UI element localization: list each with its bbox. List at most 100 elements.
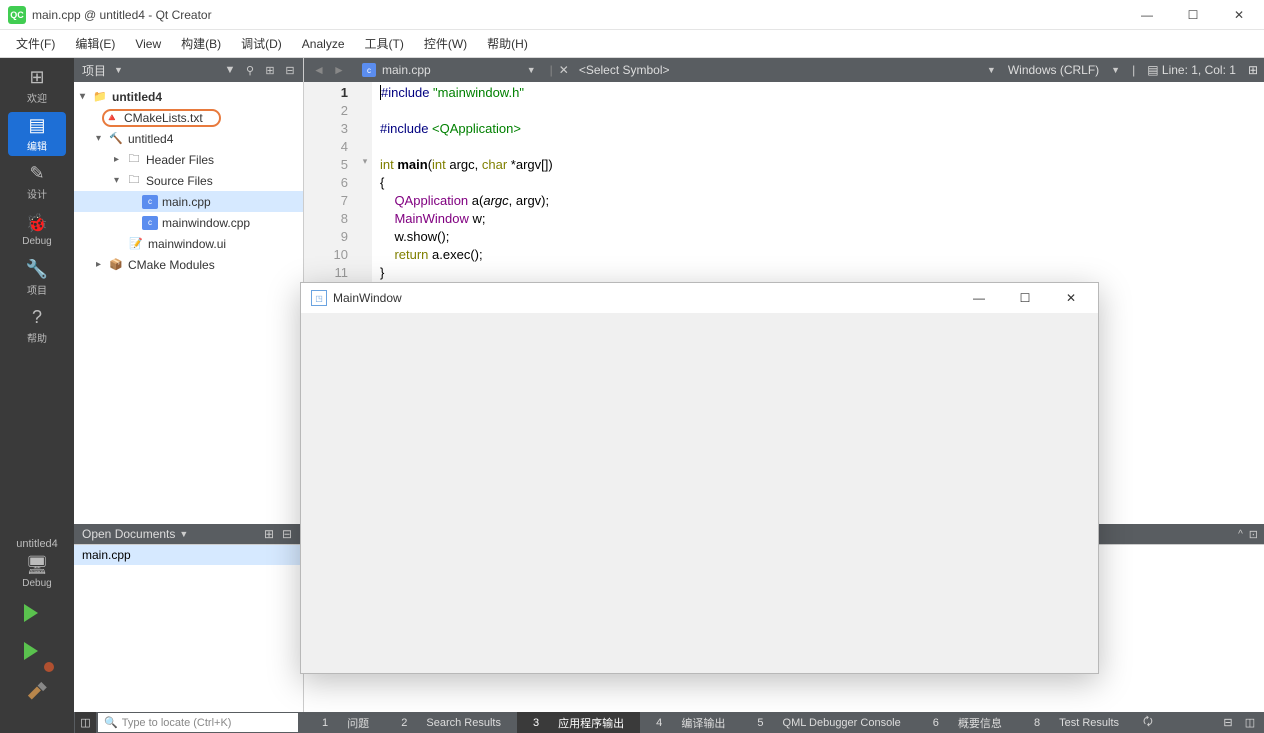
- close-button[interactable]: ✕: [1216, 0, 1262, 30]
- folder-icon: 🗀: [126, 174, 142, 188]
- toggle-sidebar-button[interactable]: ◫: [75, 712, 96, 733]
- menu-file[interactable]: 文件(F): [8, 31, 63, 56]
- toggle-right-sidebar-icon[interactable]: ⊟: [1218, 716, 1238, 729]
- run-debug-button[interactable]: [24, 642, 50, 668]
- mode-debugmode[interactable]: 🐞Debug: [8, 208, 66, 252]
- project-pane-title[interactable]: 项目: [74, 62, 114, 79]
- menu-widgets[interactable]: 控件(W): [416, 31, 475, 56]
- cmake-file-icon: 🔺: [104, 111, 120, 125]
- app-window-icon: ◳: [311, 290, 327, 306]
- menu-view[interactable]: View: [127, 33, 169, 55]
- tree-mainwindow-ui[interactable]: 📝mainwindow.ui: [74, 233, 303, 254]
- link-icon[interactable]: ⚲: [241, 61, 259, 79]
- symbol-selector[interactable]: <Select Symbol>: [569, 63, 680, 77]
- collapse-icon[interactable]: ^: [1238, 529, 1243, 540]
- tree-cmake-modules[interactable]: ▸📦CMake Modules: [74, 254, 303, 275]
- menu-debug[interactable]: 调试(D): [233, 31, 290, 56]
- menu-edit[interactable]: 编辑(E): [67, 31, 123, 56]
- close-editor-button[interactable]: ✕: [559, 63, 569, 77]
- mode-projects[interactable]: 🔧项目: [8, 256, 66, 300]
- mode-welcome[interactable]: ⊞欢迎: [8, 64, 66, 108]
- maximize-button[interactable]: ☐: [1170, 0, 1216, 30]
- output-tab-more[interactable]: 🗘: [1135, 712, 1161, 733]
- nav-fwd-button[interactable]: ►: [330, 61, 348, 79]
- nav-back-button[interactable]: ◄: [310, 61, 328, 79]
- open-documents-header: Open Documents ▼ ⊞⊟: [74, 524, 303, 544]
- question-icon: ?: [32, 307, 42, 328]
- expand-icon[interactable]: ⊡: [1249, 528, 1258, 541]
- output-tab-compile[interactable]: 4 编译输出: [640, 712, 741, 733]
- tree-target[interactable]: ▾🔨untitled4: [74, 128, 303, 149]
- kit-selector-target[interactable]: 🖥Debug: [8, 550, 66, 594]
- tree-cmakelists[interactable]: 🔺CMakeLists.txt: [74, 107, 303, 128]
- filter-icon[interactable]: ▼: [221, 61, 239, 79]
- popup-client-area[interactable]: [301, 313, 1098, 673]
- kit-selector-project[interactable]: untitled4: [0, 538, 74, 550]
- toggle-output-icon[interactable]: ◫: [1240, 716, 1260, 729]
- minimize-button[interactable]: —: [1124, 0, 1170, 30]
- window-title: main.cpp @ untitled4 - Qt Creator: [32, 8, 212, 22]
- output-tab-qml[interactable]: 5 QML Debugger Console: [741, 712, 916, 733]
- popup-title: MainWindow: [333, 291, 402, 305]
- open-documents-title[interactable]: Open Documents: [82, 527, 175, 541]
- tree-main-cpp[interactable]: cmain.cpp: [74, 191, 303, 212]
- tree-headers[interactable]: ▸🗀Header Files: [74, 149, 303, 170]
- add-split-icon[interactable]: ⊞: [261, 61, 279, 79]
- output-tab-issues[interactable]: 1 问题: [306, 712, 385, 733]
- app-logo-icon: QC: [8, 6, 26, 24]
- menu-tools[interactable]: 工具(T): [357, 31, 412, 56]
- output-tab-general[interactable]: 6 概要信息: [917, 712, 1018, 733]
- statusbar: ◫ 🔍Type to locate (Ctrl+K) 1 问题 2 Search…: [0, 712, 1264, 733]
- menu-help[interactable]: 帮助(H): [479, 31, 536, 56]
- output-tab-appoutput[interactable]: 3 应用程序输出: [517, 712, 640, 733]
- tree-mainwindow-cpp[interactable]: cmainwindow.cpp: [74, 212, 303, 233]
- open-doc-item[interactable]: main.cpp: [74, 545, 303, 565]
- running-app-window[interactable]: ◳ MainWindow — ☐ ✕: [300, 282, 1099, 674]
- output-tab-search[interactable]: 2 Search Results: [385, 712, 517, 733]
- mode-design[interactable]: ✎设计: [8, 160, 66, 204]
- cpp-file-icon: c: [142, 216, 158, 230]
- cursor-position[interactable]: ▤ Line: 1, Col: 1: [1147, 63, 1236, 77]
- popup-maximize-button[interactable]: ☐: [1002, 283, 1048, 313]
- editor-toolbar: ◄ ► c main.cpp ▼ | ✕ <Select Symbol> ▼: [304, 58, 1264, 82]
- mode-edit[interactable]: ▤编辑: [8, 112, 66, 156]
- menu-analyze[interactable]: Analyze: [294, 33, 353, 55]
- split-editor-icon[interactable]: ⊞: [1248, 63, 1258, 77]
- ui-file-icon: 📝: [128, 237, 144, 251]
- bug-icon: 🐞: [26, 213, 48, 234]
- file-selector[interactable]: c main.cpp ▼: [354, 63, 544, 77]
- run-button[interactable]: [24, 604, 50, 630]
- close-pane-icon[interactable]: ⊟: [279, 527, 295, 541]
- cpp-file-icon: c: [142, 195, 158, 209]
- grid-icon: ⊞: [29, 67, 44, 88]
- cpp-file-icon: c: [362, 63, 376, 77]
- menubar: 文件(F) 编辑(E) View 构建(B) 调试(D) Analyze 工具(…: [0, 30, 1264, 58]
- folder-icon: 🗀: [126, 153, 142, 167]
- output-tab-test[interactable]: 8 Test Results: [1018, 712, 1135, 733]
- hammer-icon: 🔨: [108, 132, 124, 146]
- tree-sources[interactable]: ▾🗀Source Files: [74, 170, 303, 191]
- project-pane-header: 项目 ▼ ▼ ⚲ ⊞ ⊟: [74, 58, 303, 82]
- pencil-icon: ✎: [29, 163, 44, 184]
- build-button[interactable]: [24, 680, 50, 706]
- edit-icon: ▤: [28, 115, 45, 136]
- tree-root[interactable]: ▾📁untitled4: [74, 86, 303, 107]
- search-icon: 🔍: [104, 716, 118, 729]
- package-icon: 📦: [108, 258, 124, 272]
- folder-icon: 📁: [92, 90, 108, 104]
- open-documents-list[interactable]: main.cpp: [74, 544, 303, 712]
- titlebar: QC main.cpp @ untitled4 - Qt Creator — ☐…: [0, 0, 1264, 30]
- popup-titlebar[interactable]: ◳ MainWindow — ☐ ✕: [301, 283, 1098, 313]
- add-split-icon[interactable]: ⊞: [261, 527, 277, 541]
- menu-build[interactable]: 构建(B): [173, 31, 229, 56]
- popup-close-button[interactable]: ✕: [1048, 283, 1094, 313]
- locator-input[interactable]: 🔍Type to locate (Ctrl+K): [98, 713, 298, 732]
- line-ending-selector[interactable]: Windows (CRLF): [1008, 63, 1099, 77]
- close-pane-icon[interactable]: ⊟: [281, 61, 299, 79]
- mode-help[interactable]: ?帮助: [8, 304, 66, 348]
- project-tree[interactable]: ▾📁untitled4 🔺CMakeLists.txt ▾🔨untitled4 …: [74, 82, 303, 524]
- monitor-icon: 🖥: [26, 555, 49, 576]
- popup-minimize-button[interactable]: —: [956, 283, 1002, 313]
- wrench-icon: 🔧: [26, 259, 48, 280]
- project-pane: 项目 ▼ ▼ ⚲ ⊞ ⊟ ▾📁untitled4 🔺CMakeLists.txt…: [74, 58, 304, 712]
